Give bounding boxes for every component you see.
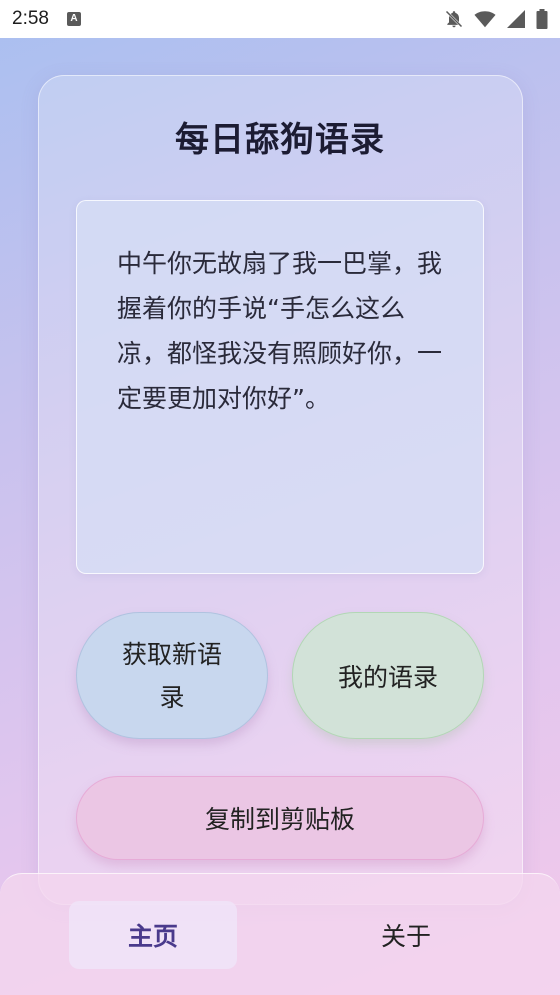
battery-icon xyxy=(536,9,548,29)
quote-text: 中午你无故扇了我一巴掌，我握着你的手说“手怎么这么凉，都怪我没有照顾好你，一定要… xyxy=(117,249,443,413)
nav-tab-home[interactable]: 主页 xyxy=(69,901,237,969)
app-notification-icon: A xyxy=(66,12,81,26)
get-new-quote-button[interactable]: 获取新语录 xyxy=(76,612,268,739)
notifications-off-icon xyxy=(444,9,464,29)
status-time: 2:58 xyxy=(12,8,49,29)
quote-box: 中午你无故扇了我一巴掌，我握着你的手说“手怎么这么凉，都怪我没有照顾好你，一定要… xyxy=(76,200,484,574)
page-title: 每日舔狗语录 xyxy=(175,120,385,160)
my-quotes-button[interactable]: 我的语录 xyxy=(292,612,484,739)
cell-signal-icon xyxy=(506,9,526,29)
status-icons xyxy=(444,9,548,29)
bottom-nav: 主页 关于 xyxy=(0,873,560,995)
status-bar: 2:58 A xyxy=(0,0,560,38)
nav-tab-about[interactable]: 关于 xyxy=(322,901,490,969)
copy-to-clipboard-button[interactable]: 复制到剪贴板 xyxy=(76,776,484,860)
wifi-icon xyxy=(474,9,496,29)
